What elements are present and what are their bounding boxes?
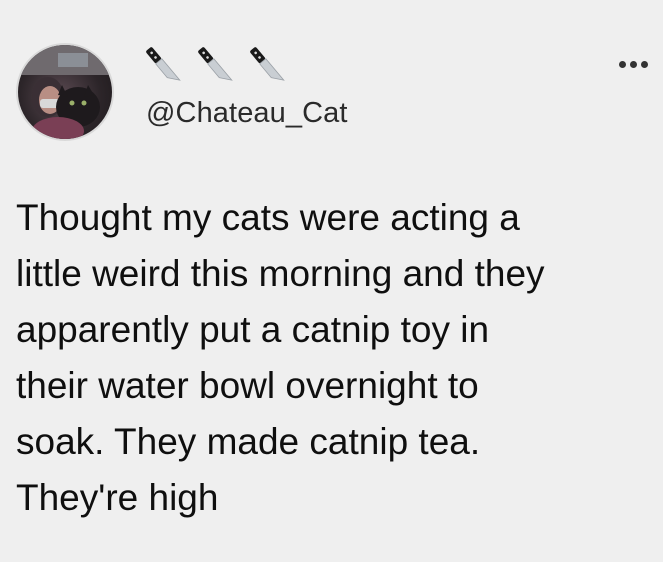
knife-icon bbox=[146, 47, 181, 81]
avatar-image bbox=[18, 45, 112, 139]
more-horizontal-icon[interactable] bbox=[619, 54, 659, 74]
knife-icon bbox=[198, 47, 233, 81]
tweet-text-line: apparently put a catnip toy in bbox=[16, 309, 490, 350]
tweet-text-line: soak. They made catnip tea. bbox=[16, 421, 481, 462]
tweet-text-line: their water bowl overnight to bbox=[16, 365, 479, 406]
tweet-text-line: They're high bbox=[16, 477, 219, 518]
dot bbox=[630, 60, 637, 68]
avatar[interactable] bbox=[16, 43, 114, 141]
tweet-text-line: little weird this morning and they bbox=[16, 253, 545, 294]
knife-icon bbox=[250, 47, 285, 81]
user-handle[interactable]: @Chateau_Cat bbox=[146, 97, 348, 130]
tweet-card: @Chateau_Cat Thought my cats were acting… bbox=[0, 0, 663, 562]
tweet-text-line: Thought my cats were acting a bbox=[16, 197, 520, 238]
dot bbox=[619, 60, 626, 68]
display-name[interactable] bbox=[146, 40, 286, 92]
tweet-text: Thought my cats were acting a little wei… bbox=[16, 190, 656, 526]
dot bbox=[641, 60, 648, 68]
